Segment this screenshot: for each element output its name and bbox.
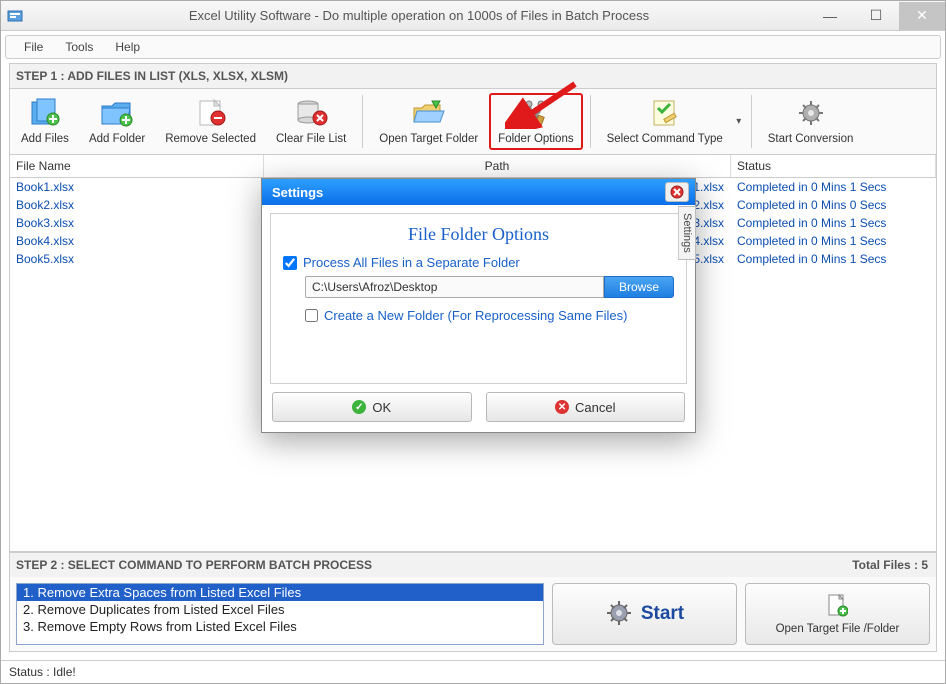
table-header: File Name Path Status: [10, 155, 936, 178]
step2-body: 1. Remove Extra Spaces from Listed Excel…: [10, 577, 936, 651]
add-folder-label: Add Folder: [89, 133, 145, 145]
step1-header: STEP 1 : ADD FILES IN LIST (XLS, XLSX, X…: [10, 64, 936, 89]
remove-selected-label: Remove Selected: [165, 133, 256, 145]
settings-dialog: Settings Settings File Folder Options Pr…: [261, 178, 696, 433]
remove-selected-button[interactable]: Remove Selected: [156, 93, 265, 150]
remove-selected-icon: [193, 97, 229, 129]
dialog-ok-button[interactable]: ✓ OK: [272, 392, 472, 422]
open-target-folder-button[interactable]: Open Target Folder: [370, 93, 487, 150]
cell-status: Completed in 0 Mins 1 Secs: [731, 250, 936, 268]
create-new-folder-row[interactable]: Create a New Folder (For Reprocessing Sa…: [305, 308, 674, 323]
menu-tools[interactable]: Tools: [55, 38, 103, 56]
start-conversion-icon: [793, 97, 829, 129]
add-files-icon: [27, 97, 63, 129]
settings-side-tab[interactable]: Settings: [678, 206, 696, 260]
clear-list-icon: [293, 97, 329, 129]
cell-filename: Book5.xlsx: [10, 250, 264, 268]
cell-status: Completed in 0 Mins 1 Secs: [731, 232, 936, 250]
command-item[interactable]: 2. Remove Duplicates from Listed Excel F…: [17, 601, 543, 618]
maximize-button[interactable]: ☐: [853, 2, 899, 30]
start-conversion-label: Start Conversion: [768, 133, 854, 145]
cell-filename: Book3.xlsx: [10, 214, 264, 232]
select-command-dropdown-icon[interactable]: ▾: [734, 116, 744, 127]
start-conversion-button[interactable]: Start Conversion: [759, 93, 863, 150]
folder-options-icon: [518, 97, 554, 129]
ok-icon: ✓: [352, 400, 366, 414]
gear-icon: [605, 599, 633, 630]
open-target-file-label: Open Target File /Folder: [776, 623, 900, 635]
dialog-cancel-button[interactable]: ✕ Cancel: [486, 392, 686, 422]
add-folder-icon: [99, 97, 135, 129]
cancel-icon: ✕: [555, 400, 569, 414]
process-separate-folder-checkbox[interactable]: [283, 256, 297, 270]
cell-status: Completed in 0 Mins 1 Secs: [731, 214, 936, 232]
cell-filename: Book2.xlsx: [10, 196, 264, 214]
step2-header: STEP 2 : SELECT COMMAND TO PERFORM BATCH…: [10, 553, 844, 577]
open-target-file-button[interactable]: Open Target File /Folder: [745, 583, 930, 645]
clear-list-button[interactable]: Clear File List: [267, 93, 355, 150]
cell-status: Completed in 0 Mins 1 Secs: [731, 178, 936, 196]
process-separate-folder-row[interactable]: Process All Files in a Separate Folder: [283, 255, 674, 270]
total-files-label: Total Files : 5: [844, 553, 936, 577]
app-window: Excel Utility Software - Do multiple ope…: [0, 0, 946, 684]
create-new-folder-checkbox[interactable]: [305, 309, 318, 322]
add-files-button[interactable]: Add Files: [12, 93, 78, 150]
select-command-type-button[interactable]: Select Command Type: [598, 93, 732, 150]
menu-help[interactable]: Help: [105, 38, 150, 56]
app-icon: [7, 8, 23, 24]
app-title: Excel Utility Software - Do multiple ope…: [31, 8, 807, 23]
command-item[interactable]: 3. Remove Empty Rows from Listed Excel F…: [17, 618, 543, 635]
folder-options-button[interactable]: Folder Options: [489, 93, 582, 150]
add-files-label: Add Files: [21, 133, 69, 145]
dialog-title-text: Settings: [272, 185, 323, 200]
cell-status: Completed in 0 Mins 0 Secs: [731, 196, 936, 214]
open-target-folder-icon: [411, 97, 447, 129]
process-separate-folder-label: Process All Files in a Separate Folder: [303, 255, 520, 270]
dialog-cancel-label: Cancel: [575, 400, 615, 415]
close-button[interactable]: ✕: [899, 2, 945, 30]
command-list[interactable]: 1. Remove Extra Spaces from Listed Excel…: [16, 583, 544, 645]
create-new-folder-label: Create a New Folder (For Reprocessing Sa…: [324, 308, 627, 323]
document-plus-icon: [826, 593, 848, 620]
start-label: Start: [641, 603, 684, 625]
select-command-type-icon: [647, 97, 683, 129]
toolbar: Add Files Add Folder Remove Selected: [10, 89, 936, 155]
col-header-status[interactable]: Status: [731, 155, 936, 177]
open-target-folder-label: Open Target Folder: [379, 133, 478, 145]
folder-options-label: Folder Options: [498, 133, 573, 145]
browse-button[interactable]: Browse: [604, 276, 674, 298]
menubar: File Tools Help: [5, 35, 941, 59]
command-item[interactable]: 1. Remove Extra Spaces from Listed Excel…: [17, 584, 543, 601]
dialog-close-button[interactable]: [665, 182, 689, 202]
cell-filename: Book1.xlsx: [10, 178, 264, 196]
col-header-path[interactable]: Path: [264, 155, 731, 177]
menu-file[interactable]: File: [14, 38, 53, 56]
output-path-input[interactable]: [305, 276, 604, 298]
dialog-heading: File Folder Options: [283, 224, 674, 245]
titlebar: Excel Utility Software - Do multiple ope…: [1, 1, 945, 31]
select-command-type-label: Select Command Type: [607, 133, 723, 145]
start-button[interactable]: Start: [552, 583, 737, 645]
window-controls: — ☐ ✕: [807, 2, 945, 30]
statusbar: Status : Idle!: [1, 660, 945, 683]
clear-list-label: Clear File List: [276, 133, 346, 145]
add-folder-button[interactable]: Add Folder: [80, 93, 154, 150]
minimize-button[interactable]: —: [807, 2, 853, 30]
cell-filename: Book4.xlsx: [10, 232, 264, 250]
dialog-ok-label: OK: [372, 400, 391, 415]
col-header-filename[interactable]: File Name: [10, 155, 264, 177]
dialog-titlebar[interactable]: Settings: [262, 179, 695, 205]
